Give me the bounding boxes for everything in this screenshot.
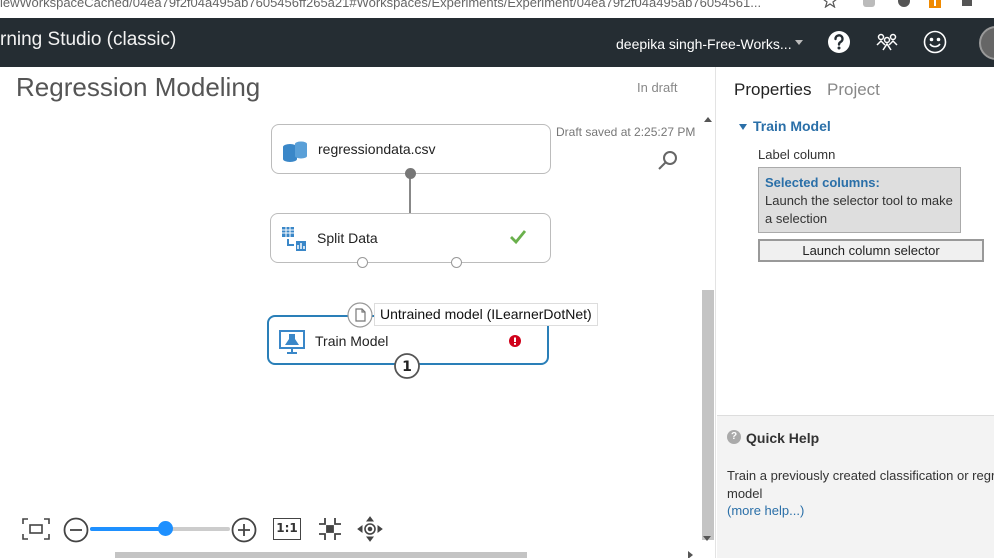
extension-gray-icon[interactable] xyxy=(862,0,876,8)
output-port[interactable] xyxy=(405,168,416,179)
output-port-2[interactable] xyxy=(451,257,462,268)
puzzle-icon[interactable] xyxy=(960,0,974,8)
zoom-slider-knob[interactable] xyxy=(158,521,173,536)
help-circle-icon: ? xyxy=(727,430,741,444)
zoom-slider-fill xyxy=(90,527,166,531)
saved-timestamp: Draft saved at 2:25:27 PM xyxy=(556,125,696,139)
output-port-1[interactable] xyxy=(357,257,368,268)
browser-url-bar[interactable]: iewWorkspaceCached/04ea79f2f04a495ab7605… xyxy=(0,0,994,18)
avatar[interactable] xyxy=(979,26,994,60)
scroll-down-icon[interactable] xyxy=(703,536,711,541)
help-icon[interactable] xyxy=(827,30,851,54)
tab-properties[interactable]: Properties xyxy=(734,80,811,100)
train-model-icon xyxy=(279,330,305,354)
quick-help-text: Train a previously created classificatio… xyxy=(727,468,994,501)
url-text[interactable]: iewWorkspaceCached/04ea79f2f04a495ab7605… xyxy=(0,0,761,10)
app-brand[interactable]: rning Studio (classic) xyxy=(0,29,176,51)
module-split-data[interactable]: Split Data xyxy=(270,213,551,263)
scroll-up-icon[interactable] xyxy=(704,117,712,122)
minimap-icon[interactable] xyxy=(317,516,343,542)
pan-icon[interactable] xyxy=(357,516,383,542)
properties-panel: Properties Project Train Model Label col… xyxy=(717,67,994,415)
input-port-file-icon[interactable] xyxy=(347,302,373,328)
section-title: Train Model xyxy=(753,118,831,134)
collapse-triangle-icon[interactable] xyxy=(739,124,747,131)
zoom-in-icon[interactable] xyxy=(231,517,257,543)
scroll-right-icon[interactable] xyxy=(688,551,693,558)
extension-orange-icon[interactable] xyxy=(928,0,942,8)
tab-project[interactable]: Project xyxy=(827,80,880,100)
chevron-down-icon[interactable] xyxy=(795,40,803,45)
actual-size-icon[interactable]: 1:1 xyxy=(273,518,301,540)
launch-column-selector-button[interactable]: Launch column selector xyxy=(758,239,984,262)
community-icon[interactable] xyxy=(875,30,899,54)
selected-columns-title: Selected columns: xyxy=(765,175,880,190)
database-icon xyxy=(283,141,307,162)
port-tooltip: Untrained model (ILearnerDotNet) xyxy=(374,303,598,326)
quick-help-title: Quick Help xyxy=(746,430,820,446)
feedback-smiley-icon[interactable] xyxy=(923,30,947,54)
zoom-out-icon[interactable] xyxy=(63,517,89,543)
experiment-canvas[interactable]: Regression Modeling In draft Draft saved… xyxy=(0,67,716,558)
search-icon[interactable] xyxy=(657,149,679,171)
quick-help-panel: ? Quick Help Train a previously created … xyxy=(717,415,994,558)
module-label: Train Model xyxy=(315,333,389,349)
star-icon[interactable] xyxy=(823,0,837,8)
split-data-icon xyxy=(282,227,306,251)
experiment-title[interactable]: Regression Modeling xyxy=(16,72,260,103)
selected-columns-box: Selected columns: Launch the selector to… xyxy=(758,167,961,233)
draft-status: In draft xyxy=(637,80,678,95)
badge-count: 1 xyxy=(402,359,412,375)
selected-columns-text: Launch the selector tool to make a selec… xyxy=(765,193,953,226)
section-train-model[interactable]: Train Model xyxy=(739,118,831,134)
horizontal-scrollbar[interactable] xyxy=(115,552,527,558)
fit-to-screen-icon[interactable] xyxy=(21,517,51,541)
module-label: Split Data xyxy=(317,230,378,246)
label-column-label: Label column xyxy=(758,147,836,162)
more-help-link[interactable]: (more help...) xyxy=(727,503,804,518)
extension-dark-icon[interactable] xyxy=(897,0,911,8)
count-badge[interactable]: 1 xyxy=(393,352,421,380)
vertical-scrollbar[interactable] xyxy=(702,115,714,555)
module-dataset[interactable]: regressiondata.csv xyxy=(271,124,551,174)
app-header: rning Studio (classic) deepika singh-Fre… xyxy=(0,18,994,67)
user-menu[interactable]: deepika singh-Free-Works... xyxy=(616,36,792,52)
scrollbar-thumb[interactable] xyxy=(702,290,714,540)
error-icon[interactable] xyxy=(509,335,521,347)
module-label: regressiondata.csv xyxy=(318,141,436,157)
checkmark-icon xyxy=(510,230,527,245)
